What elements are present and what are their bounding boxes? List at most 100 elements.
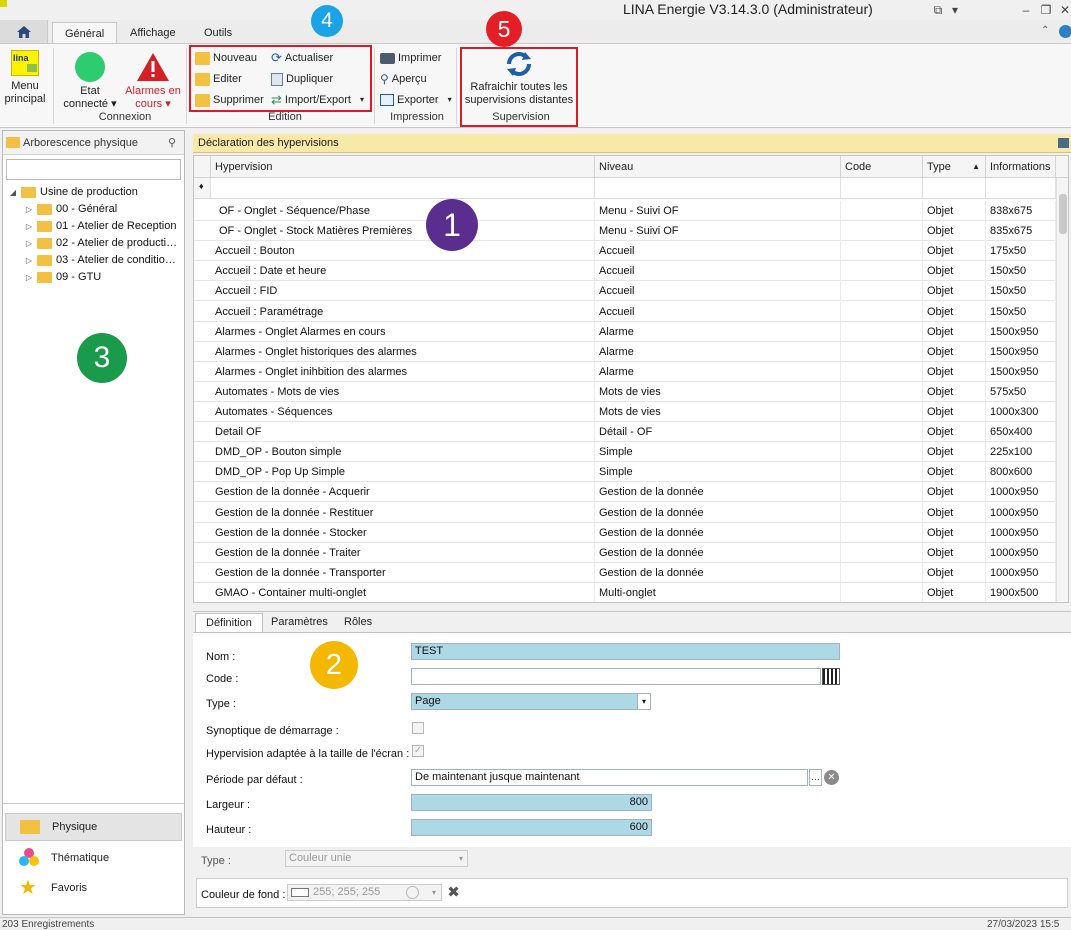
cell-niveau: Gestion de la donnée <box>595 522 841 543</box>
table-row[interactable]: Accueil : Bouton Accueil Objet 175x50 <box>194 241 1056 262</box>
nav-physique-button[interactable]: Physique <box>5 813 182 841</box>
table-row[interactable]: Gestion de la donnée - Stocker Gestion de… <box>194 522 1056 543</box>
table-row[interactable]: Detail OF Détail - OF Objet 650x400 <box>194 422 1056 443</box>
table-row[interactable]: Automates - Séquences Mots de vies Objet 10… <box>194 402 1056 423</box>
dupliquer-button[interactable]: Dupliquer <box>271 70 333 88</box>
expand-arrow-icon[interactable]: ▷ <box>25 201 33 218</box>
help-up-icon[interactable]: ⌃ <box>1041 25 1049 36</box>
layout-icon[interactable] <box>1058 138 1069 148</box>
couleur-input[interactable]: 255; 255; 255 ▾ <box>287 884 442 901</box>
table-row[interactable]: Gestion de la donnée - Traiter Gestion de… <box>194 542 1056 563</box>
cell-code <box>841 502 923 523</box>
synoptique-checkbox[interactable] <box>412 722 424 734</box>
nav-favoris-button[interactable]: ★ Favoris <box>5 874 182 902</box>
close-button[interactable]: ✕ <box>1057 2 1071 18</box>
refresh-all-supervisions-button[interactable]: Rafraichir toutes les supervisions dista… <box>462 49 576 107</box>
pin-icon[interactable]: ⚲ <box>168 131 176 155</box>
remove-color-icon[interactable]: ✖ <box>445 884 462 901</box>
actualiser-button[interactable]: ⟳ Actualiser <box>271 49 333 67</box>
column-header-type[interactable]: Type ▲ <box>923 156 986 178</box>
cell-type: Objet <box>923 502 986 523</box>
cell-hypervision: Gestion de la donnée - Acquerir <box>211 482 595 503</box>
tab-affichage[interactable]: Affichage <box>118 22 188 44</box>
filter-input-hypervision[interactable] <box>211 178 595 199</box>
table-row[interactable]: Alarmes - Onglet Alarmes en cours Alarme O… <box>194 321 1056 342</box>
tab-parametres[interactable]: Paramètres <box>261 613 338 632</box>
expand-arrow-icon[interactable]: ▷ <box>25 252 33 269</box>
tree-item-root[interactable]: ◢ Usine de production <box>9 184 184 201</box>
table-row[interactable]: DMD_OP - Pop Up Simple Simple Objet 800x600 <box>194 462 1056 483</box>
filter-input-type[interactable] <box>923 178 986 199</box>
menu-principal-button[interactable]: lina Menu principal <box>4 50 46 106</box>
supprimer-button[interactable]: Supprimer <box>195 91 264 109</box>
exporter-button[interactable]: Exporter ▾ <box>380 91 452 109</box>
restore-button[interactable]: ❐ <box>1038 2 1054 18</box>
table-row[interactable]: Gestion de la donnée - Acquerir Gestion d… <box>194 482 1056 503</box>
table-row[interactable]: GMAO - Container multi-onglet Multi-ongle… <box>194 582 1056 602</box>
hauteur-input[interactable]: 600 <box>411 819 652 836</box>
expand-arrow-icon[interactable]: ▷ <box>25 218 33 235</box>
alarmes-en-cours-button[interactable]: Alarmes en cours ▾ <box>122 52 184 111</box>
largeur-input[interactable]: 800 <box>411 794 652 811</box>
periode-input[interactable]: De maintenant jusque maintenant <box>411 769 808 786</box>
table-row[interactable]: Automates - Mots de vies Mots de vies Obje… <box>194 381 1056 402</box>
scrollbar-thumb[interactable] <box>1059 194 1067 234</box>
column-header-hypervision[interactable]: Hypervision <box>211 156 595 178</box>
type2-select[interactable]: Couleur unie ▾ <box>285 850 468 867</box>
tree-search-input[interactable] <box>6 159 181 180</box>
restore-small-icon[interactable]: ⧉ <box>930 2 946 18</box>
import-export-button[interactable]: ⇄ Import/Export ▾ <box>271 91 364 109</box>
table-row[interactable]: OF - Onglet - Séquence/Phase Menu - Suivi… <box>194 201 1056 222</box>
editer-button[interactable]: Editer <box>195 70 242 88</box>
table-row[interactable]: Alarmes - Onglet inihbition des alarmes A… <box>194 361 1056 382</box>
table-row[interactable]: OF - Onglet - Stock Matières Premières Me… <box>194 221 1056 242</box>
collapse-arrow-icon[interactable]: ◢ <box>9 184 17 201</box>
filter-input-niveau[interactable] <box>595 178 841 199</box>
table-row[interactable]: Gestion de la donnée - Restituer Gestion … <box>194 502 1056 523</box>
cell-hypervision: OF - Onglet - Séquence/Phase <box>215 201 595 221</box>
tree-item[interactable]: ▷ 00 - Général <box>9 201 184 218</box>
filter-input-informations[interactable] <box>986 178 1056 199</box>
help-icon[interactable] <box>1059 25 1071 38</box>
refresh-supervision-icon <box>507 52 531 76</box>
code-input[interactable] <box>411 668 821 685</box>
type-select[interactable]: Page ▾ <box>411 693 651 710</box>
column-header-code[interactable]: Code <box>841 156 923 178</box>
nom-input[interactable]: TEST <box>411 643 840 660</box>
tab-outils[interactable]: Outils <box>192 22 244 44</box>
table-row[interactable]: DMD_OP - Bouton simple Simple Objet 225x100 <box>194 442 1056 463</box>
adaptee-checkbox[interactable]: ✓ <box>412 745 424 757</box>
nouveau-button[interactable]: Nouveau <box>195 49 257 67</box>
clear-icon[interactable]: ✕ <box>824 770 839 785</box>
tab-definition[interactable]: Définition <box>195 613 263 632</box>
expand-arrow-icon[interactable]: ▷ <box>25 235 33 252</box>
table-row[interactable]: Gestion de la donnée - Transporter Gestio… <box>194 562 1056 583</box>
qr-code-icon[interactable] <box>822 668 840 685</box>
filter-input-code[interactable] <box>841 178 923 199</box>
table-row[interactable]: Accueil : Date et heure Accueil Objet 150x5… <box>194 261 1056 282</box>
nav-thematique-button[interactable]: Thématique <box>5 844 182 872</box>
imprimer-button[interactable]: Imprimer <box>380 49 441 67</box>
main-panel-title: Déclaration des hypervisions <box>198 137 339 149</box>
tab-general[interactable]: Général <box>52 22 118 44</box>
periode-browse-button[interactable]: … <box>809 769 822 786</box>
column-header-informations[interactable]: Informations <box>986 156 1056 178</box>
tree-item[interactable]: ▷ 02 - Atelier de producti… <box>9 235 184 252</box>
left-panel-header: Arborescence physique ⚲ <box>3 131 184 155</box>
folder-icon <box>37 204 52 215</box>
tab-roles[interactable]: Rôles <box>334 613 382 632</box>
tree-item[interactable]: ▷ 03 - Atelier de conditio… <box>9 252 184 269</box>
chevron-down-icon[interactable]: ▾ <box>947 2 963 18</box>
apercu-button[interactable]: ⚲ Aperçu <box>380 70 427 88</box>
tree-item[interactable]: ▷ 09 - GTU <box>9 269 184 286</box>
column-header-niveau[interactable]: Niveau <box>595 156 841 178</box>
vertical-scrollbar[interactable] <box>1056 178 1068 602</box>
expand-arrow-icon[interactable]: ▷ <box>25 269 33 286</box>
etat-connecte-button[interactable]: Etat connecté ▾ <box>60 52 120 111</box>
minimize-button[interactable]: – <box>1018 2 1034 18</box>
table-row[interactable]: Accueil : FID Accueil Objet 150x50 <box>194 281 1056 302</box>
home-tab[interactable] <box>0 20 48 44</box>
table-row[interactable]: Accueil : Paramétrage Accueil Objet 150x50 <box>194 301 1056 322</box>
tree-item[interactable]: ▷ 01 - Atelier de Reception <box>9 218 184 235</box>
table-row[interactable]: Alarmes - Onglet historiques des alarmes… <box>194 341 1056 362</box>
